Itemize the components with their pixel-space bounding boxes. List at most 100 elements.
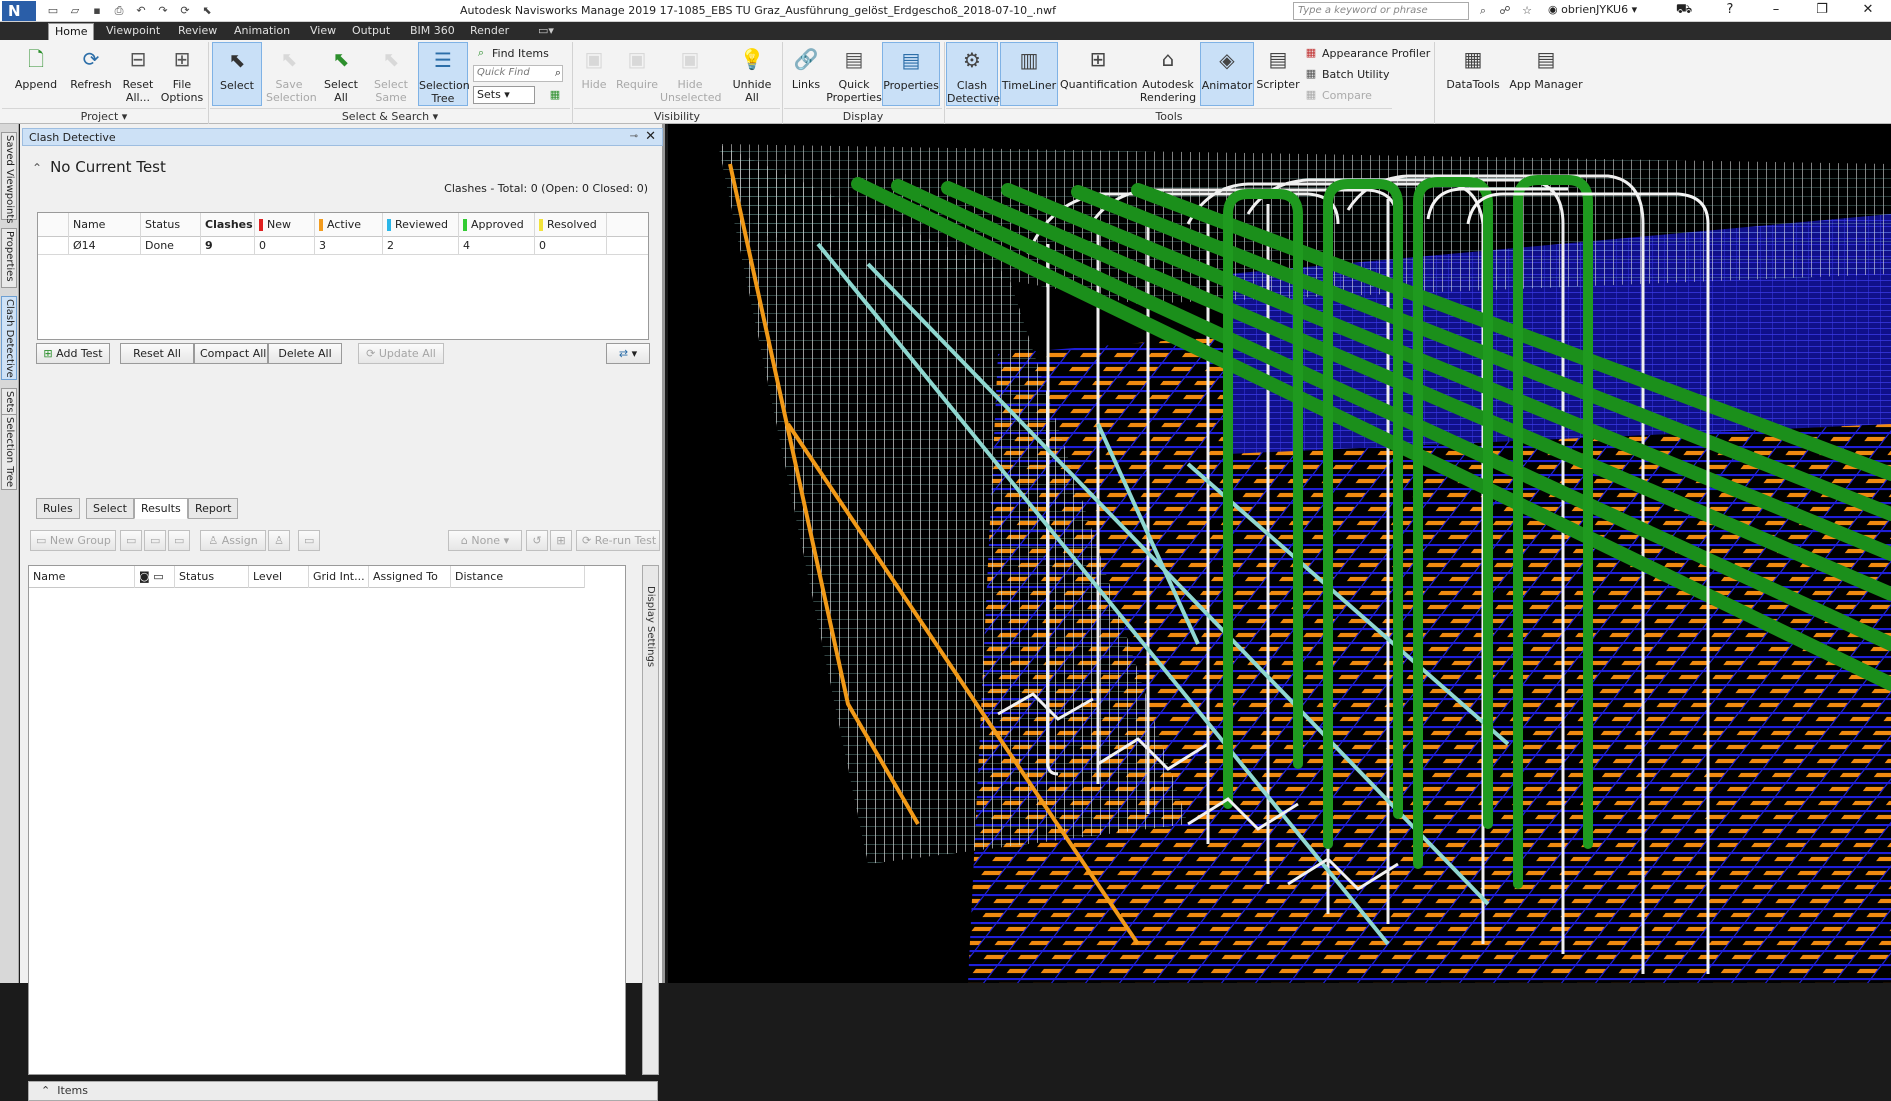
animator-button[interactable]: ◈ Animator	[1200, 42, 1254, 106]
delete-all-button[interactable]: Delete All	[268, 343, 342, 364]
current-test-header[interactable]: ⌃ No Current Test	[32, 158, 166, 176]
tab-animation[interactable]: Animation	[228, 23, 296, 40]
autodesk-rendering-button[interactable]: ⌂ Autodesk Rendering	[1138, 42, 1198, 105]
select-same-button[interactable]: ⬉ Select Same	[368, 42, 414, 105]
file-options-button[interactable]: ⊞ File Options	[160, 42, 204, 105]
star-icon[interactable]: ☆	[1519, 2, 1535, 20]
results-column-grid[interactable]: Grid Int...	[309, 566, 369, 588]
side-tab-sets[interactable]: Sets	[1, 388, 17, 416]
group-project[interactable]: Project ▾	[2, 108, 206, 124]
rerun-test-button[interactable]: ⟳ Re-run Test	[576, 530, 660, 551]
refresh-icon[interactable]: ⟳	[176, 2, 194, 20]
tab-select[interactable]: Select	[86, 498, 134, 519]
ungroup-icon[interactable]: ▭	[144, 530, 166, 551]
results-column-assigned[interactable]: Assigned To	[369, 566, 451, 588]
batch-utility-button[interactable]: ▦ Batch Utility	[1304, 65, 1390, 83]
scripter-button[interactable]: ▤ Scripter	[1256, 42, 1300, 92]
binoculars-icon[interactable]: ⌕	[1475, 2, 1491, 20]
tab-results[interactable]: Results	[134, 498, 188, 519]
reset-all-tests-button[interactable]: Reset All	[120, 343, 194, 364]
results-column-name[interactable]: Name	[29, 566, 135, 588]
refresh-button[interactable]: ⟳ Refresh	[66, 42, 116, 92]
tab-render[interactable]: Render	[464, 23, 515, 40]
reset-all-button[interactable]: ⊟ Reset All...	[118, 42, 158, 105]
timeliner-button[interactable]: ▥ TimeLiner	[1000, 42, 1058, 106]
cart-icon[interactable]: ⛟	[1661, 0, 1707, 22]
reset-status-icon[interactable]: ↺	[526, 530, 548, 551]
find-items-button[interactable]: ⌕ Find Items	[474, 44, 549, 62]
column-status[interactable]: Status	[140, 213, 200, 237]
column-clashes[interactable]: Clashes	[200, 213, 254, 237]
none-dropdown[interactable]: ⌂ None ▾	[448, 530, 522, 551]
pin-icon[interactable]: ⊸	[630, 131, 638, 142]
3d-viewport[interactable]	[668, 124, 1891, 983]
clash-detective-button[interactable]: ⚙ Clash Detective	[946, 42, 1000, 106]
tab-report[interactable]: Report	[188, 498, 239, 519]
properties-button[interactable]: ▤ Properties	[882, 42, 940, 106]
results-column-level[interactable]: Level	[249, 566, 309, 588]
compact-all-button[interactable]: Compact All	[194, 343, 268, 364]
select-all-button[interactable]: ⬉ Select All	[318, 42, 364, 105]
help-icon[interactable]: ?	[1707, 0, 1753, 22]
redo-icon[interactable]: ↷	[154, 2, 172, 20]
unassign-icon[interactable]: ♙	[268, 530, 290, 551]
side-tab-properties[interactable]: Properties	[1, 228, 17, 288]
manage-sets-icon[interactable]: ▦	[548, 86, 562, 104]
column-approved[interactable]: Approved	[458, 213, 534, 237]
open-folder-icon[interactable]: ▱	[66, 2, 84, 20]
side-tab-clash-detective[interactable]: Clash Detective	[1, 296, 17, 380]
import-export-dropdown[interactable]: ⇄ ▾	[606, 343, 650, 364]
sets-dropdown[interactable]: Sets ▾	[473, 86, 535, 104]
update-all-button[interactable]: ⟳ Update All	[358, 343, 444, 364]
tab-options-icon[interactable]: ▭▾	[532, 23, 560, 40]
require-button[interactable]: ▣ Require	[614, 42, 660, 92]
add-test-button[interactable]: ⊞ Add Test	[36, 343, 110, 364]
column-new[interactable]: New	[254, 213, 314, 237]
app-manager-button[interactable]: ▤ App Manager	[1508, 42, 1584, 92]
subscription-icon[interactable]: ☍	[1497, 2, 1513, 20]
hide-unselected-button[interactable]: ▣ Hide Unselected	[660, 42, 721, 105]
side-tab-saved-viewpoints[interactable]: Saved Viewpoints	[1, 132, 17, 224]
column-resolved[interactable]: Resolved	[534, 213, 606, 237]
append-button[interactable]: 🗋 Append	[10, 42, 62, 92]
app-logo[interactable]: N	[2, 1, 36, 21]
appearance-profiler-button[interactable]: ▦ Appearance Profiler	[1304, 44, 1430, 62]
save-selection-button[interactable]: ⬉ Save Selection	[266, 42, 317, 105]
quick-find-search-icon[interactable]: ⌕	[551, 64, 565, 82]
quantification-button[interactable]: ⊞ Quantification	[1060, 42, 1138, 92]
results-column-icons[interactable]: ◙ ▭	[135, 566, 175, 588]
quick-find-input[interactable]: Quick Find	[473, 65, 563, 82]
maximize-button[interactable]: ❐	[1799, 0, 1845, 22]
filter-icon[interactable]: ⊞	[550, 530, 572, 551]
close-button[interactable]: ✕	[1845, 0, 1891, 22]
unhide-all-button[interactable]: 💡 Unhide All	[728, 42, 776, 105]
group-select-search[interactable]: Select & Search ▾	[210, 108, 570, 124]
select-button[interactable]: ⬉ Select	[212, 42, 262, 106]
new-file-icon[interactable]: ▭	[44, 2, 62, 20]
display-settings-tab[interactable]: Display Settings	[642, 565, 659, 1075]
selection-tree-button[interactable]: ☰ Selection Tree	[418, 42, 470, 106]
tab-rules[interactable]: Rules	[36, 498, 80, 519]
links-button[interactable]: 🔗 Links	[786, 42, 826, 92]
tab-viewpoint[interactable]: Viewpoint	[100, 23, 166, 40]
undo-icon[interactable]: ↶	[132, 2, 150, 20]
column-reviewed[interactable]: Reviewed	[382, 213, 458, 237]
test-row[interactable]: Ø14 Done 9 0 3 2 4 0	[38, 237, 648, 255]
compare-button[interactable]: ▦ Compare	[1304, 86, 1372, 104]
remove-from-group-icon[interactable]: ▭	[168, 530, 190, 551]
column-name[interactable]: Name	[68, 213, 140, 237]
comment-icon[interactable]: ▭	[298, 530, 320, 551]
results-column-distance[interactable]: Distance	[451, 566, 585, 588]
help-search-input[interactable]: Type a keyword or phrase	[1293, 2, 1469, 20]
tab-home[interactable]: Home	[48, 23, 95, 40]
print-icon[interactable]: ⎙	[110, 2, 128, 20]
hide-button[interactable]: ▣ Hide	[576, 42, 612, 92]
save-icon[interactable]: ▪	[88, 2, 106, 20]
tab-review[interactable]: Review	[172, 23, 223, 40]
new-group-button[interactable]: ▭ New Group	[30, 530, 116, 551]
select-cursor-icon[interactable]: ⬉	[198, 2, 216, 20]
user-account[interactable]: ◉ obrienJYKU6 ▾	[1548, 3, 1637, 16]
side-tab-selection-tree[interactable]: Selection Tree	[1, 414, 17, 490]
close-panel-icon[interactable]: ✕	[645, 129, 656, 144]
results-column-status[interactable]: Status	[175, 566, 249, 588]
